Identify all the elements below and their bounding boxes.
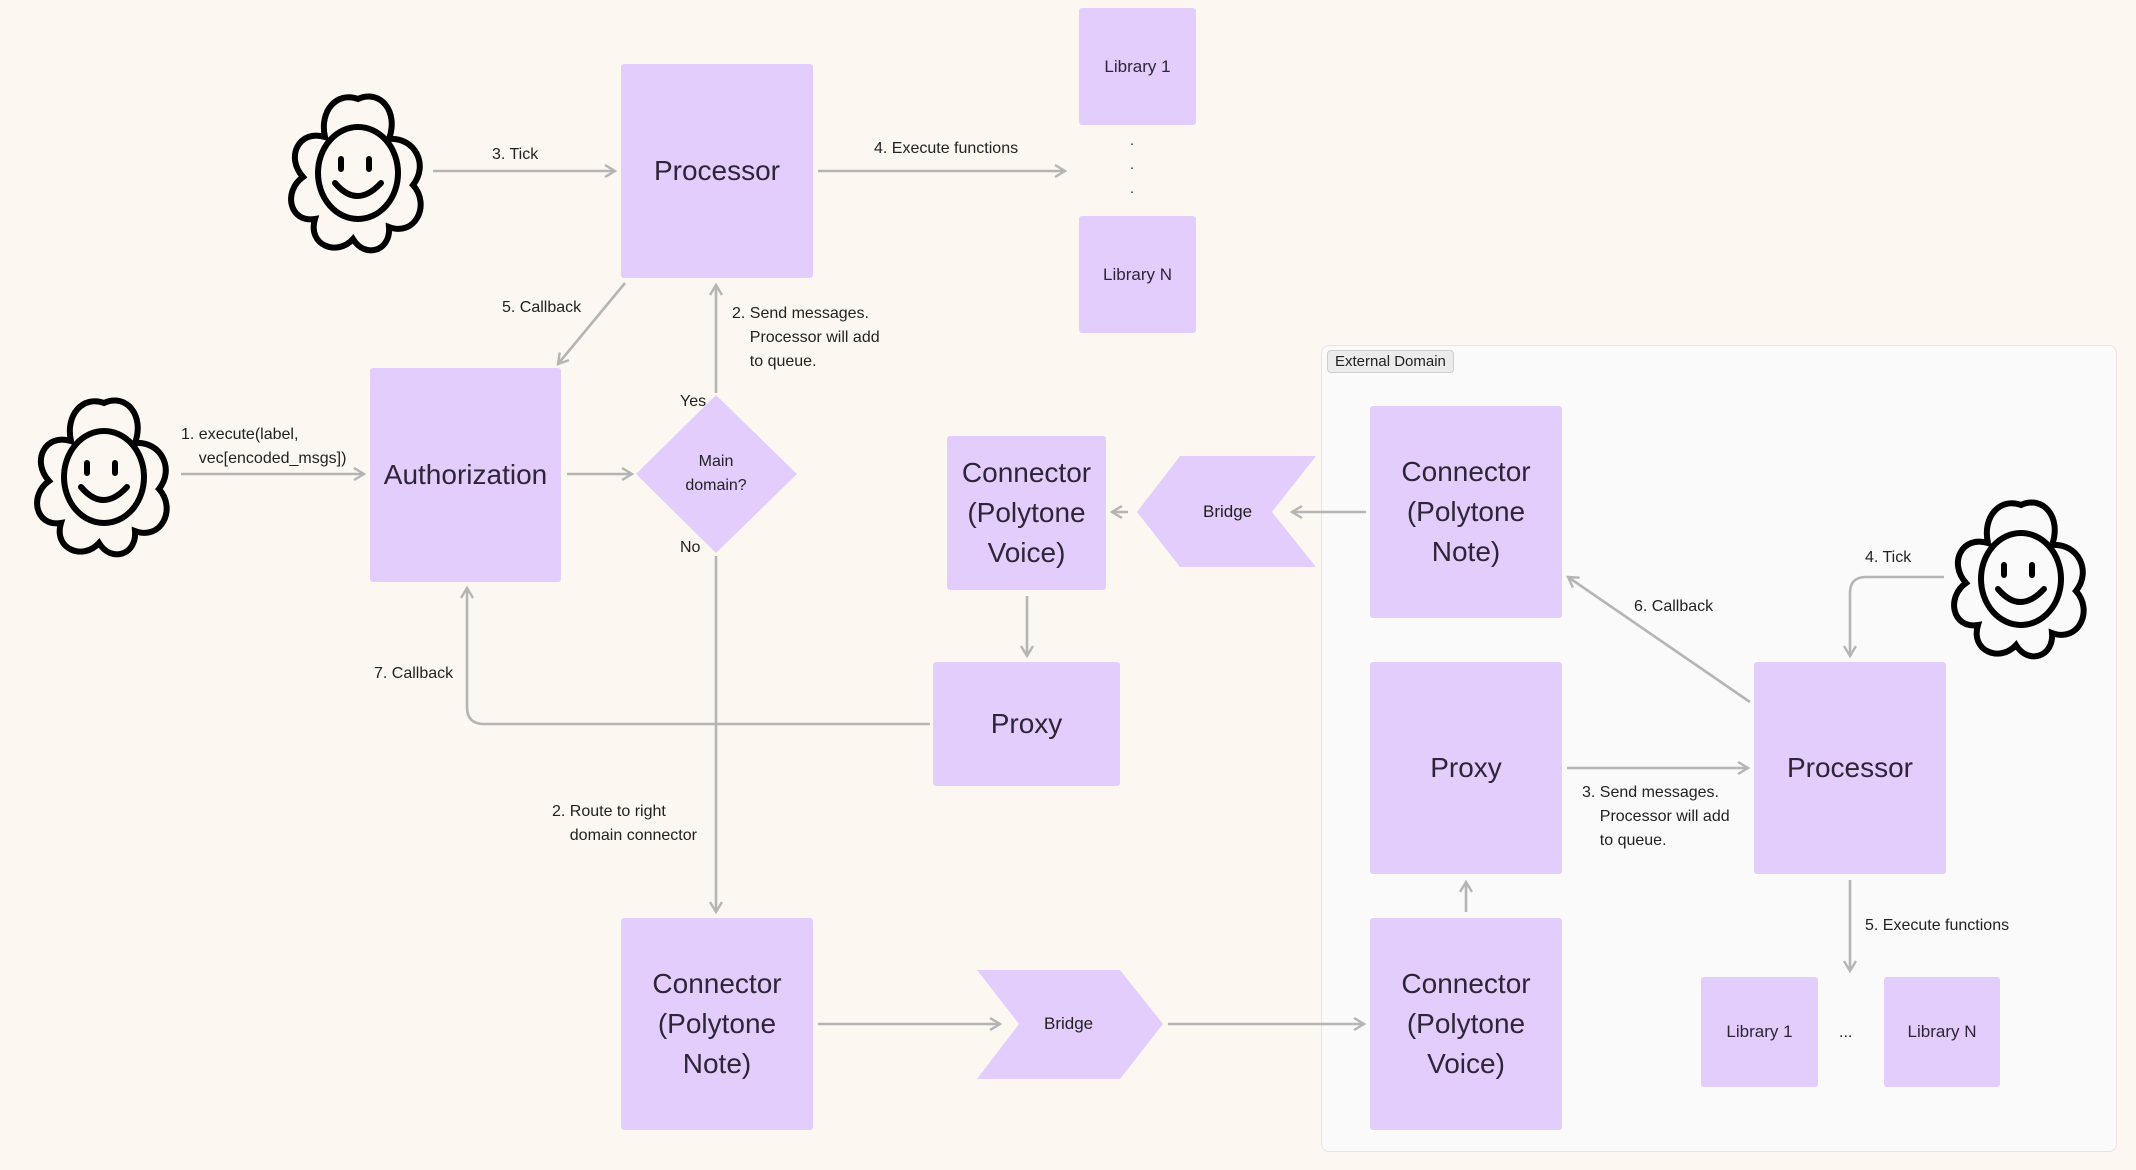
edge-label-execute-main: 4. Execute functions [874, 140, 1019, 157]
bridge-lower-label[interactable]: Bridge [1044, 1012, 1093, 1036]
edge-label-send-main: 2. Send messages. Processor will add to … [732, 305, 880, 370]
connector-note-ext-node[interactable]: Connector (Polytone Note) [1370, 406, 1562, 618]
ticker-flower-external [1951, 499, 2087, 660]
edge-label-execute-ext: 5. Execute functions [1865, 917, 2010, 934]
user-flower [34, 397, 170, 558]
library-1-ext-node[interactable]: Library 1 [1701, 977, 1818, 1087]
connector-voice-ext-node[interactable]: Connector (Polytone Voice) [1370, 918, 1562, 1130]
edge-label-callback-6: 6. Callback [1634, 598, 1714, 615]
edge-label-callback-5: 5. Callback [502, 299, 582, 316]
edge-label-tick-ext: 4. Tick [1865, 549, 1912, 566]
proxy-node[interactable]: Proxy [933, 662, 1120, 786]
edge-callback-7 [467, 588, 930, 726]
decision-yes-label: Yes [680, 393, 707, 410]
decision-no-label: No [680, 539, 701, 556]
authorization-node[interactable]: Authorization [370, 368, 561, 582]
processor-ext-node[interactable]: Processor [1754, 662, 1946, 874]
edge-label-route: 2. Route to right domain connector [552, 803, 697, 844]
edge-tick-ext [1850, 575, 1944, 656]
library-ellipsis: . . . [1130, 132, 1134, 196]
edge-label-send-ext: 3. Send messages. Processor will add to … [1582, 784, 1730, 849]
connector-note-node[interactable]: Connector (Polytone Note) [621, 918, 813, 1130]
library-n-ext-node[interactable]: Library N [1884, 977, 2000, 1087]
proxy-ext-node[interactable]: Proxy [1370, 662, 1562, 874]
smiley-flower-icon [34, 397, 170, 558]
library-1-node[interactable]: Library 1 [1079, 8, 1196, 125]
edge-label-tick-main: 3. Tick [492, 146, 539, 163]
ticker-flower-main [288, 93, 424, 254]
edge-label-callback-7: 7. Callback [374, 665, 454, 682]
smiley-flower-icon [1951, 499, 2087, 660]
library-ext-ellipsis: ... [1839, 1024, 1853, 1041]
edge-label-execute-call: 1. execute(label, vec[encoded_msgs]) [181, 426, 347, 467]
library-n-node[interactable]: Library N [1079, 216, 1196, 333]
smiley-flower-icon [288, 93, 424, 254]
processor-node[interactable]: Processor [621, 64, 813, 278]
connector-voice-node[interactable]: Connector (Polytone Voice) [947, 436, 1106, 590]
bridge-upper-label[interactable]: Bridge [1203, 500, 1252, 524]
decision-text: Main domain? [685, 453, 747, 494]
